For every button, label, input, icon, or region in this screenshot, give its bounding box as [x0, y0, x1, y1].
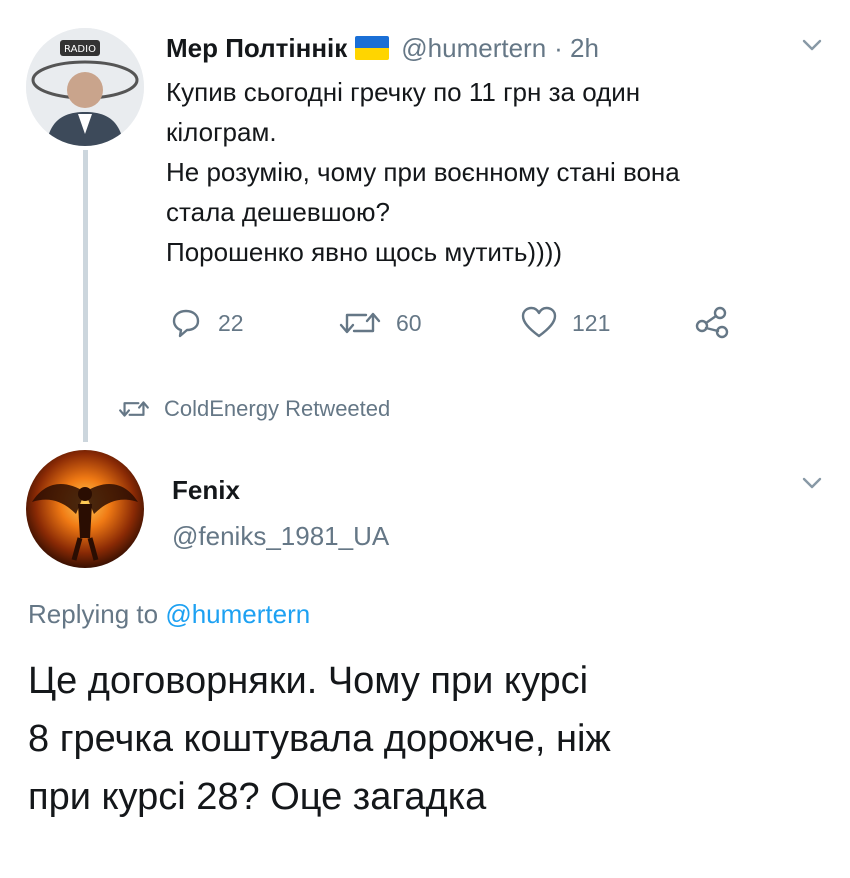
tweet1-line: Не розумію, чому при воєнному стані вона — [166, 157, 680, 187]
like-icon — [521, 306, 557, 338]
chevron-down-icon[interactable] — [802, 38, 822, 52]
tweet1-line: Купив сьогодні гречку по 11 грн за один — [166, 77, 641, 107]
tweet1-text: Купив сьогодні гречку по 11 грн за один … — [166, 72, 806, 272]
ukraine-flag-icon — [355, 36, 390, 60]
tweet2-header: Fenix @feniks_1981_UA — [172, 470, 389, 556]
tweet-time[interactable]: · 2h — [554, 33, 599, 64]
replying-to: Replying to @humertern — [28, 594, 310, 634]
user-handle[interactable]: @humertern — [401, 33, 546, 64]
display-name[interactable]: Мер Полтіннік — [166, 33, 347, 64]
display-name[interactable]: Fenix — [172, 470, 389, 510]
retweet-context-icon — [119, 401, 149, 417]
replying-to-prefix: Replying to — [28, 599, 159, 629]
tweet2-line: Це договорняки. Чому при курсі — [28, 660, 589, 702]
tweet2-line: при курсі 28? Оце загадка — [28, 776, 487, 818]
like-count: 121 — [572, 309, 611, 336]
retweet-button[interactable]: 60 — [338, 305, 422, 341]
avatar-mer-poltinnik[interactable]: RADIO — [26, 28, 144, 146]
reply-count: 22 — [218, 309, 244, 336]
reply-button[interactable]: 22 — [168, 305, 244, 341]
tweet1-header: Мер Полтіннік @humertern · 2h — [166, 28, 599, 68]
tweet2-line: 8 гречка коштувала дорожче, ніж — [28, 718, 611, 760]
avatar-image — [26, 450, 144, 568]
chevron-down-icon[interactable] — [802, 476, 822, 490]
share-icon[interactable] — [694, 304, 732, 340]
tweet2-text: Це договорняки. Чому при курсі 8 гречка … — [28, 652, 828, 826]
replying-to-handle[interactable]: @humertern — [165, 599, 310, 629]
avatar-radio-text: RADIO — [64, 44, 96, 55]
thread-line — [83, 150, 88, 442]
retweet-count: 60 — [396, 309, 422, 336]
avatar-fenix[interactable] — [26, 450, 144, 568]
tweet1-line: Порошенко явно щось мутить)))) — [166, 237, 563, 267]
retweet-context-label[interactable]: ColdEnergy Retweeted — [164, 396, 390, 422]
tweet1-line: кілограм. — [166, 117, 277, 147]
tweet1-line: стала дешевшою? — [166, 197, 390, 227]
reply-icon — [172, 309, 200, 338]
avatar-image: RADIO — [26, 28, 144, 146]
retweet-context: ColdEnergy Retweeted — [118, 392, 390, 426]
retweet-icon — [339, 312, 381, 334]
like-button[interactable]: 121 — [520, 305, 610, 341]
user-handle[interactable]: @feniks_1981_UA — [172, 516, 389, 556]
